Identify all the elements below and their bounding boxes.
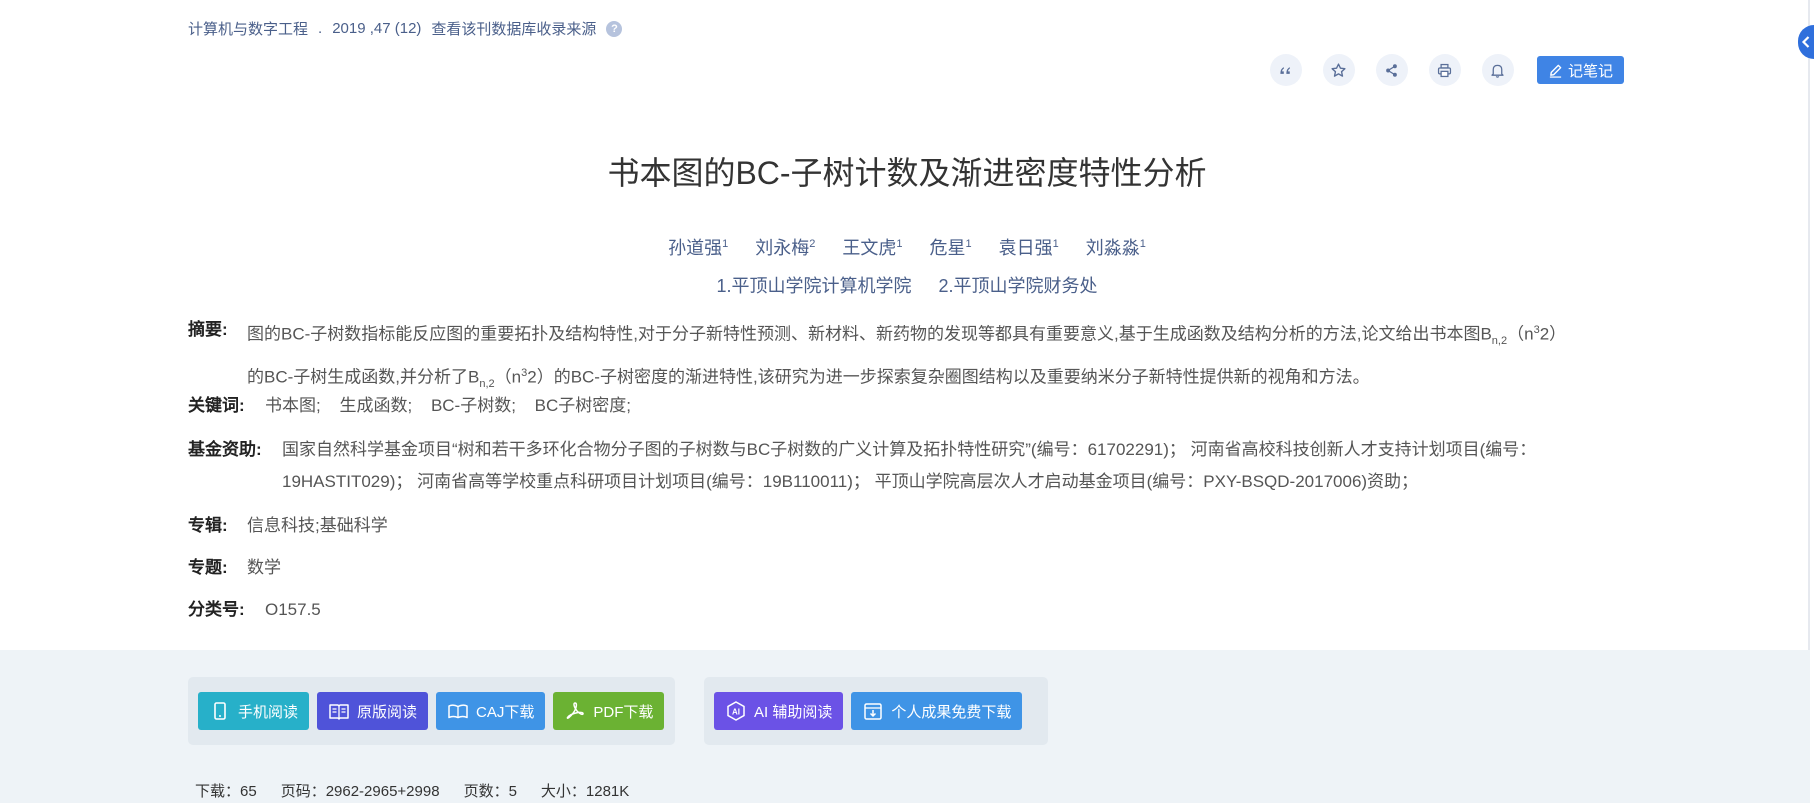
journal-name-link[interactable]: 计算机与数字工程 [188, 18, 308, 39]
pdf-icon [567, 702, 585, 719]
journal-issue-link[interactable]: 2019 ,47 (12) [332, 20, 421, 37]
print-icon[interactable] [1428, 54, 1461, 86]
source-separator: . [318, 20, 323, 37]
article-detail-page: 计算机与数字工程 . 2019 ,47 (12) 查看该刊数据库收录来源 ? 记… [0, 0, 1814, 803]
keyword-link[interactable]: 生成函数; [339, 396, 412, 415]
phone-icon [214, 702, 226, 720]
abstract-label: 摘要: [188, 320, 228, 339]
classification-value: O157.5 [265, 600, 321, 619]
abstract-row: 摘要: 图的BC-子树数指标能反应图的重要拓扑及结构特性,对于分子新特性预测、新… [188, 314, 1613, 400]
favorite-star-icon[interactable] [1322, 54, 1355, 86]
keywords-label: 关键词: [188, 396, 245, 415]
chevron-left-icon [1801, 36, 1810, 48]
keyword-link[interactable]: BC子树密度; [535, 396, 631, 415]
open-book-icon [448, 704, 468, 719]
abstract-text: 图的BC-子树数指标能反应图的重要拓扑及结构特性,对于分子新特性预测、新材料、新… [247, 324, 1567, 391]
affiliation-link[interactable]: 1.平顶山学院计算机学院 [716, 276, 911, 296]
classification-label: 分类号: [188, 600, 245, 619]
article-toolbar: 记笔记 [1269, 54, 1624, 86]
topic-value: 数学 [247, 558, 281, 577]
author-link[interactable]: 孙道强1 [668, 238, 728, 258]
caj-download-label: CAJ下载 [476, 703, 535, 721]
topic-row: 专题: 数学 [188, 552, 1613, 584]
author-list: 孙道强1 刘永梅2 王文虎1 危星1 袁日强1 刘淼淼1 [0, 234, 1814, 260]
author-link[interactable]: 刘永梅2 [755, 238, 815, 258]
download-box-icon [864, 703, 883, 720]
ai-tools-group: AI AI 辅助阅读 个人成果免费下载 [704, 677, 1048, 745]
funding-text: 国家自然科学基金项目“树和若干多环化合物分子图的子树数与BC子树数的广义计算及拓… [282, 440, 1537, 491]
bell-icon[interactable] [1481, 54, 1514, 86]
help-icon[interactable]: ? [606, 20, 623, 37]
keywords-row: 关键词: 书本图; 生成函数; BC-子树数; BC子树密度; [188, 390, 1613, 422]
classification-row: 分类号: O157.5 [188, 594, 1613, 626]
download-count: 下载：65 [195, 783, 257, 800]
page-count: 页数：5 [463, 783, 517, 800]
personal-free-download-button[interactable]: 个人成果免费下载 [851, 692, 1023, 730]
file-size: 大小：1281K [540, 783, 630, 800]
pdf-download-label: PDF下载 [593, 703, 654, 721]
pdf-download-button[interactable]: PDF下载 [553, 692, 665, 730]
page-range: 页码：2962-2965+2998 [280, 783, 440, 800]
take-notes-label: 记笔记 [1567, 62, 1613, 80]
article-stats: 下载：65 页码：2962-2965+2998 页数：5 大小：1281K [195, 780, 629, 801]
ai-assist-read-button[interactable]: AI AI 辅助阅读 [714, 692, 844, 730]
share-icon[interactable] [1375, 54, 1408, 86]
ai-assist-read-label: AI 辅助阅读 [754, 703, 833, 721]
cite-icon[interactable] [1269, 54, 1302, 86]
funding-label: 基金资助: [188, 440, 262, 459]
journal-source: 计算机与数字工程 . 2019 ,47 (12) 查看该刊数据库收录来源 ? [188, 18, 623, 39]
topic-label: 专题: [188, 558, 228, 577]
keyword-link[interactable]: 书本图; [265, 396, 321, 415]
personal-free-download-label: 个人成果免费下载 [891, 703, 1012, 721]
mobile-read-label: 手机阅读 [238, 703, 299, 721]
keyword-link[interactable]: BC-子树数; [431, 396, 516, 415]
original-read-label: 原版阅读 [357, 703, 418, 721]
take-notes-button[interactable]: 记笔记 [1536, 56, 1624, 84]
db-source-link[interactable]: 查看该刊数据库收录来源 [431, 18, 596, 39]
funding-row: 基金资助: 国家自然科学基金项目“树和若干多环化合物分子图的子树数与BC子树数的… [188, 434, 1613, 498]
article-title: 书本图的BC-子树计数及渐进密度特性分析 [607, 155, 1207, 191]
author-link[interactable]: 袁日强1 [999, 238, 1059, 258]
pencil-icon [1549, 64, 1562, 78]
action-panel: 手机阅读 原版阅读 CAJ下载 PDF下载 AI AI 辅助阅读 个人成果免费下… [0, 650, 1810, 803]
affiliation-list: 1.平顶山学院计算机学院 2.平顶山学院财务处 [0, 272, 1814, 298]
ai-icon: AI [727, 701, 745, 721]
read-download-group: 手机阅读 原版阅读 CAJ下载 PDF下载 [188, 677, 675, 745]
svg-text:AI: AI [732, 708, 740, 717]
book-icon [329, 704, 349, 720]
side-panel-toggle[interactable] [1798, 25, 1814, 59]
author-link[interactable]: 王文虎1 [842, 238, 902, 258]
keyword-list: 书本图; 生成函数; BC-子树数; BC子树密度; [265, 390, 1613, 422]
series-value: 信息科技;基础科学 [247, 516, 388, 535]
author-link[interactable]: 刘淼淼1 [1086, 238, 1146, 258]
series-row: 专辑: 信息科技;基础科学 [188, 510, 1613, 542]
series-label: 专辑: [188, 516, 228, 535]
author-link[interactable]: 危星1 [930, 238, 972, 258]
original-read-button[interactable]: 原版阅读 [317, 692, 429, 730]
caj-download-button[interactable]: CAJ下载 [436, 692, 546, 730]
mobile-read-button[interactable]: 手机阅读 [198, 692, 310, 730]
affiliation-link[interactable]: 2.平顶山学院财务处 [939, 276, 1098, 296]
